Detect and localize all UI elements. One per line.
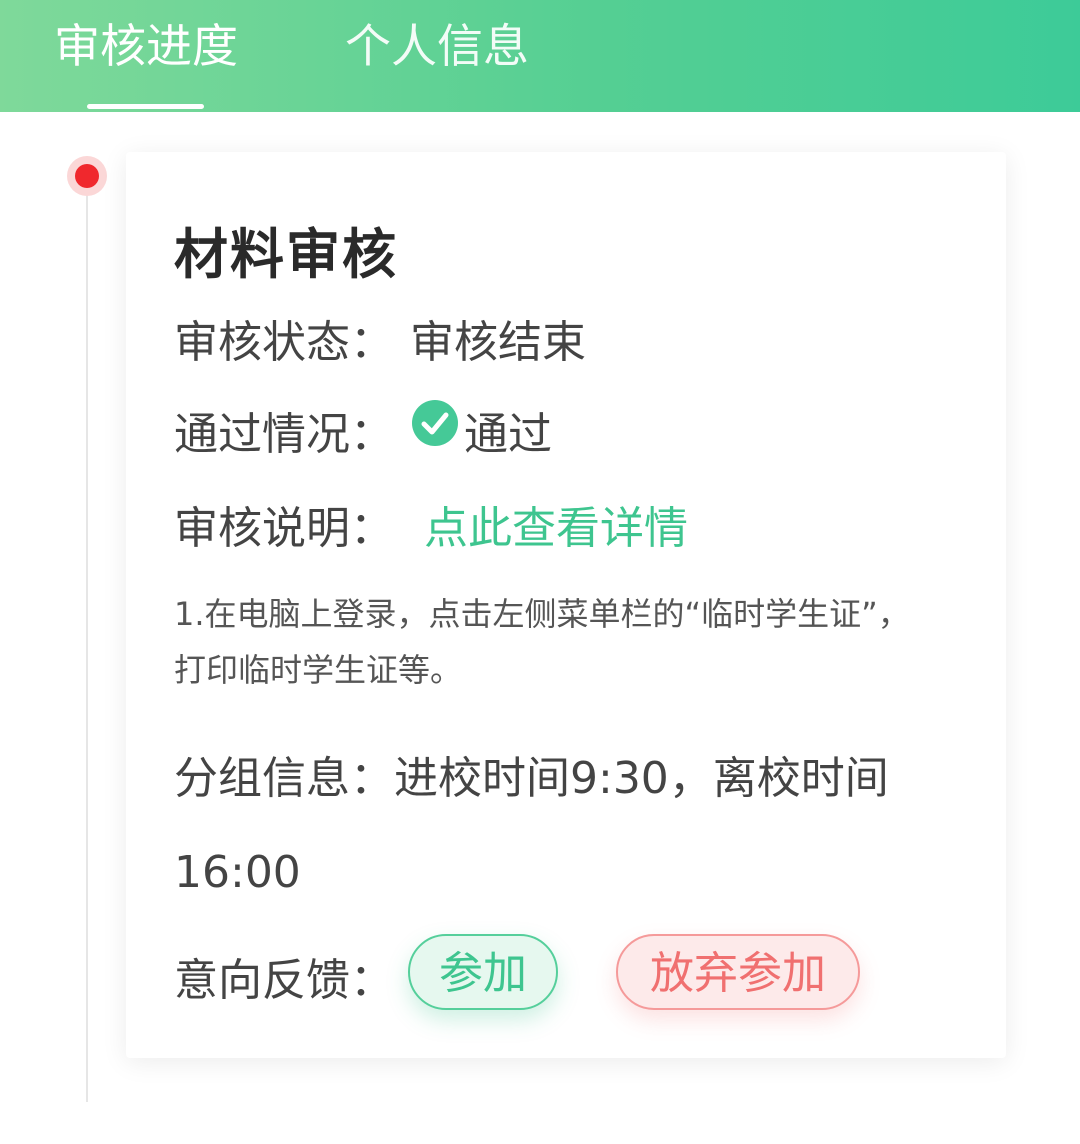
review-status-value: 审核结束 xyxy=(410,317,586,368)
timeline-dot-icon xyxy=(67,156,107,196)
feedback-label: 意向反馈： xyxy=(174,955,394,1006)
group-info: 分组信息：进校时间9:30，离校时间16:00 xyxy=(174,732,954,920)
review-note-label: 审核说明： xyxy=(174,503,394,554)
active-tab-indicator xyxy=(87,104,204,109)
card-title: 材料审核 xyxy=(174,223,398,286)
tab-personal-info[interactable]: 个人信息 xyxy=(345,16,529,76)
group-info-label: 分组信息： xyxy=(174,753,394,804)
pass-status-label: 通过情况： xyxy=(174,409,394,460)
pass-status-value: 通过 xyxy=(464,409,552,460)
tab-review-progress[interactable]: 审核进度 xyxy=(54,16,238,76)
review-status-label: 审核状态： xyxy=(174,317,394,368)
view-details-link[interactable]: 点此查看详情 xyxy=(424,492,688,556)
timeline-line xyxy=(86,190,88,1102)
give-up-button[interactable]: 放弃参加 xyxy=(616,934,860,1010)
review-note-text: 1.在电脑上登录，点击左侧菜单栏的“临时学生证”，打印临时学生证等。 xyxy=(174,595,910,689)
header-bar: 审核进度 个人信息 xyxy=(0,0,1080,112)
check-circle-icon xyxy=(412,400,458,446)
material-review-card: 材料审核 审核状态： 审核结束 通过情况： 通过 审核说明： 点此查看详情 1.… xyxy=(126,152,1006,1058)
join-button[interactable]: 参加 xyxy=(408,934,558,1010)
